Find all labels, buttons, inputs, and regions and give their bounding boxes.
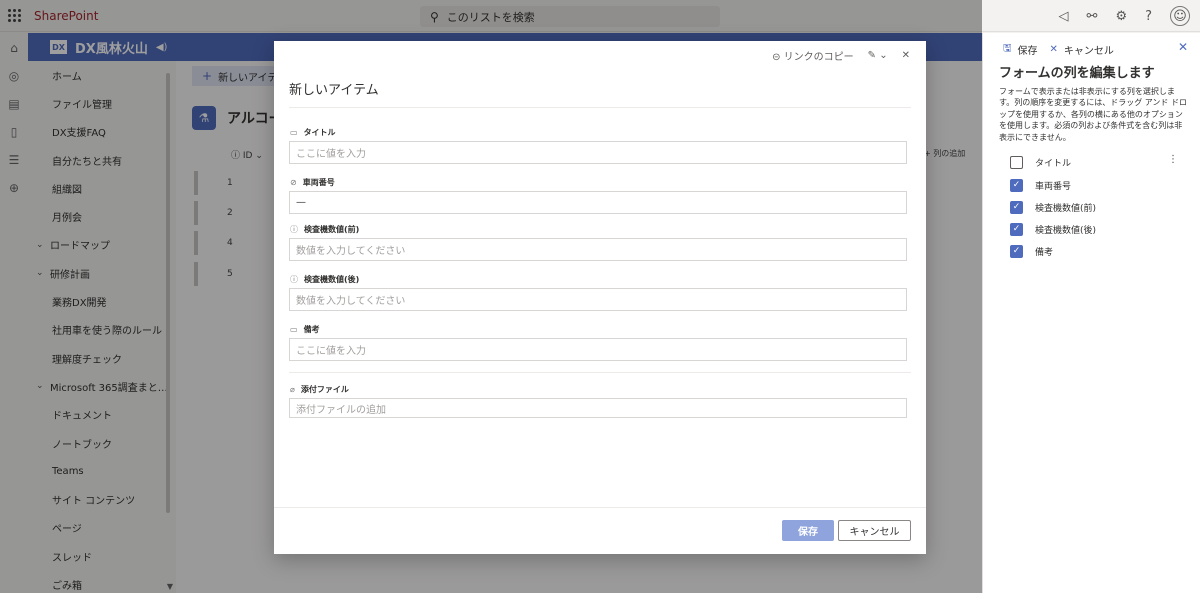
panel-description: フォームで表示または非表示にする列を選択します。列の順序を変更するには、ドラッグ… — [999, 87, 1187, 142]
field-input[interactable]: 添付ファイルの追加 — [289, 398, 907, 418]
copy-link-label: リンクのコピー — [783, 51, 854, 63]
field-placeholder: ここに値を入力 — [296, 149, 366, 160]
new-item-dialog: ⊝ リンクのコピー ✎ ⌄ ✕ 新しいアイテム ▭ タイトルここに値を入力 ⊘ 車両番… — [274, 41, 926, 554]
field-input[interactable]: ここに値を入力 — [289, 338, 907, 361]
divider — [289, 107, 911, 108]
field-label-text: 検査機数値(後) — [304, 275, 360, 284]
divider — [274, 507, 926, 508]
field-label-text: 車両番号 — [302, 178, 335, 187]
field-value: — — [296, 197, 306, 208]
text-field-icon: ▭ — [290, 325, 298, 334]
field-label-text: 検査機数値(前) — [304, 225, 360, 234]
field-label: ▭ タイトル — [290, 127, 336, 138]
column-option: タイトル — [1010, 155, 1071, 169]
field-label-text: 備考 — [303, 325, 320, 334]
field-input[interactable]: — — [289, 191, 907, 214]
field-label: ▭ 備考 — [290, 324, 320, 335]
column-label: タイトル — [1035, 158, 1072, 169]
column-checkbox[interactable]: ✓ — [1010, 222, 1023, 236]
field-label-text: 添付ファイル — [300, 385, 349, 394]
column-label: 検査機数値(後) — [1035, 225, 1097, 236]
help-icon[interactable]: ? — [1145, 9, 1152, 24]
cancel-button[interactable]: キャンセル — [838, 520, 911, 541]
column-option: ✓ 検査機数値(前) — [1010, 200, 1096, 214]
gear-icon[interactable]: ⚙ — [1115, 9, 1127, 24]
field-input[interactable]: 数値を入力してください — [289, 238, 907, 261]
edit-columns-panel: 🖫 保存 ✕ キャンセル ✕ フォームの列を編集します フォームで表示または非表… — [982, 33, 1200, 593]
close-icon[interactable]: ✕ — [902, 50, 910, 61]
cancel-icon[interactable]: ✕ — [1050, 44, 1058, 55]
copy-link-button[interactable]: ⊝ リンクのコピー — [772, 48, 854, 63]
close-icon[interactable]: ✕ — [1178, 40, 1188, 54]
column-option: ✓ 車両番号 — [1010, 178, 1071, 192]
field-input[interactable]: 数値を入力してください — [289, 288, 907, 311]
dialog-title: 新しいアイテム — [289, 83, 379, 98]
column-checkbox[interactable]: ✓ — [1010, 178, 1023, 192]
field-label: ⓘ 検査機数値(前) — [290, 224, 359, 235]
panel-cancel-button[interactable]: キャンセル — [1064, 42, 1114, 57]
field-label: ⌀ 添付ファイル — [290, 384, 349, 395]
field-label: ⓘ 検査機数値(後) — [290, 274, 359, 285]
attachment-icon: ⌀ — [290, 385, 295, 394]
column-option: ✓ 検査機数値(後) — [1010, 222, 1096, 236]
column-checkbox[interactable]: ✓ — [1010, 200, 1023, 214]
field-input[interactable]: ここに値を入力 — [289, 141, 907, 164]
column-option: ✓ 備考 — [1010, 244, 1053, 258]
number-field-icon: ⓘ — [290, 225, 298, 234]
text-field-icon: ▭ — [290, 128, 298, 137]
column-checkbox[interactable] — [1010, 155, 1023, 169]
share-icon[interactable]: ⚯ — [1087, 9, 1098, 24]
panel-title: フォームの列を編集します — [999, 66, 1155, 81]
field-label: ⊘ 車両番号 — [290, 177, 335, 188]
field-placeholder: 数値を入力してください — [296, 296, 406, 307]
column-label: 検査機数値(前) — [1035, 203, 1097, 214]
divider — [289, 372, 911, 373]
avatar[interactable]: ☺ — [1170, 6, 1190, 26]
column-checkbox[interactable]: ✓ — [1010, 244, 1023, 258]
column-label: 車両番号 — [1035, 181, 1072, 192]
field-placeholder: 添付ファイルの追加 — [296, 404, 386, 416]
field-placeholder: ここに値を入力 — [296, 346, 366, 357]
megaphone-icon[interactable]: ◁ — [1059, 9, 1069, 24]
more-options-icon[interactable]: ⋮ — [1168, 154, 1178, 165]
panel-save-button[interactable]: 保存 — [1018, 42, 1038, 57]
number-field-icon: ⓘ — [290, 275, 298, 284]
edit-form-icon[interactable]: ✎ ⌄ — [868, 50, 888, 61]
column-label: 備考 — [1035, 247, 1054, 258]
save-button[interactable]: 保存 — [782, 520, 834, 541]
save-icon[interactable]: 🖫 — [1003, 41, 1012, 58]
choice-field-icon: ⊘ — [290, 178, 297, 187]
field-label-text: タイトル — [303, 128, 336, 137]
field-placeholder: 数値を入力してください — [296, 246, 406, 257]
